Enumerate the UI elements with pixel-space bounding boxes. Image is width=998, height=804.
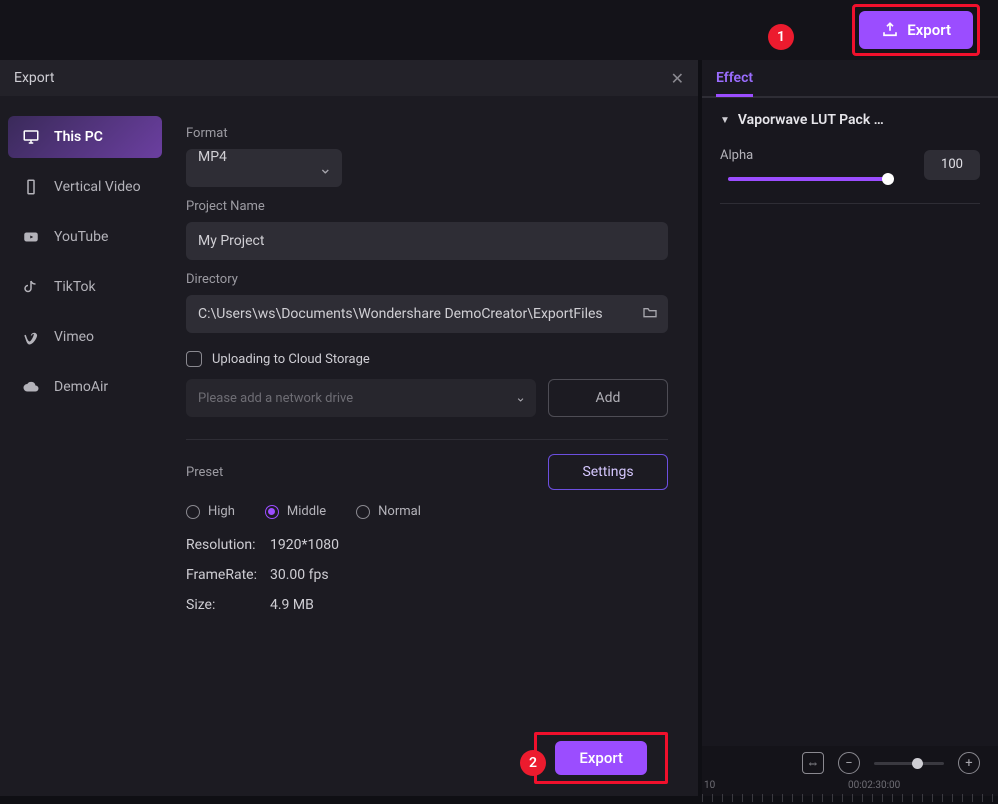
- resolution-label: Resolution:: [186, 537, 270, 553]
- export-top-button[interactable]: Export: [859, 11, 973, 49]
- framerate-label: FrameRate:: [186, 567, 270, 583]
- divider: [186, 439, 668, 440]
- format-label: Format: [186, 126, 668, 141]
- sidebar-item-tiktok[interactable]: TikTok: [8, 266, 162, 308]
- zoom-in-button[interactable]: +: [958, 752, 980, 774]
- resolution-value: 1920*1080: [270, 537, 668, 553]
- radio-icon: [265, 505, 279, 519]
- dialog-footer: Export: [0, 720, 698, 796]
- sidebar-item-label: DemoAir: [54, 379, 108, 395]
- callout-badge-2: 2: [520, 750, 546, 776]
- sidebar-item-label: TikTok: [54, 279, 96, 295]
- cloud-placeholder: Please add a network drive: [198, 391, 353, 406]
- cloud-icon: [22, 378, 40, 396]
- directory-input[interactable]: [186, 295, 668, 333]
- cloud-check-label: Uploading to Cloud Storage: [212, 352, 370, 367]
- divider: [720, 203, 980, 204]
- zoom-out-button[interactable]: −: [838, 752, 860, 774]
- effect-section-title: Vaporwave LUT Pack …: [738, 112, 884, 128]
- effect-section-toggle[interactable]: ▼ Vaporwave LUT Pack …: [720, 112, 980, 128]
- zoom-slider[interactable]: [874, 762, 944, 765]
- close-icon[interactable]: ✕: [671, 69, 684, 88]
- cloud-row: Please add a network drive ⌄ Add: [186, 379, 668, 417]
- main-area: Export ✕ This PC Vertical Video YouTube: [0, 60, 998, 796]
- monitor-icon: [22, 128, 40, 146]
- size-label: Size:: [186, 597, 270, 613]
- sidebar-item-vimeo[interactable]: Vimeo: [8, 316, 162, 358]
- ruler-tick: 00:02:30:00: [848, 780, 900, 791]
- folder-icon[interactable]: [642, 304, 658, 324]
- size-value: 4.9 MB: [270, 597, 668, 613]
- app-topbar: Export: [0, 0, 998, 60]
- preset-radios: High Middle Normal: [186, 504, 668, 519]
- preset-label: Preset: [186, 465, 223, 480]
- effect-panel: Effect ▼ Vaporwave LUT Pack … Alpha 100: [702, 60, 998, 796]
- export-icon: [881, 21, 899, 39]
- vimeo-icon: [22, 328, 40, 346]
- export-dialog: Export ✕ This PC Vertical Video YouTube: [0, 60, 698, 796]
- effect-tabs: Effect: [702, 60, 998, 98]
- sidebar-item-vertical-video[interactable]: Vertical Video: [8, 166, 162, 208]
- chevron-down-icon: ⌄: [515, 391, 526, 406]
- framerate-value: 30.00 fps: [270, 567, 668, 583]
- sidebar-item-label: This PC: [54, 129, 103, 145]
- export-info: Resolution: 1920*1080 FrameRate: 30.00 f…: [186, 537, 668, 613]
- preset-row: Preset Settings: [186, 454, 668, 490]
- export-form: Format MP4 ⌄ Project Name Directory Uplo: [170, 96, 698, 720]
- sidebar-item-label: YouTube: [54, 229, 108, 245]
- ruler-ticks: [702, 794, 998, 802]
- dialog-title: Export: [14, 70, 54, 86]
- sidebar-item-youtube[interactable]: YouTube: [8, 216, 162, 258]
- alpha-value[interactable]: 100: [924, 150, 980, 180]
- cloud-checkbox[interactable]: [186, 351, 202, 367]
- timeline-controls: ⇔ − +: [702, 746, 998, 780]
- youtube-icon: [22, 228, 40, 246]
- alpha-slider[interactable]: [728, 177, 888, 181]
- ruler-tick: 10: [704, 780, 715, 791]
- cloud-check-row: Uploading to Cloud Storage: [186, 351, 668, 367]
- sidebar-item-label: Vimeo: [54, 329, 94, 345]
- radio-icon: [186, 505, 200, 519]
- format-value: MP4: [186, 149, 342, 187]
- radio-label: High: [208, 504, 235, 519]
- tiktok-icon: [22, 278, 40, 296]
- export-sidebar: This PC Vertical Video YouTube TikTok Vi…: [0, 96, 170, 720]
- export-top-label: Export: [907, 21, 951, 39]
- top-export-highlight: Export: [852, 4, 980, 56]
- footer-export-highlight: Export: [534, 732, 668, 784]
- effect-body: ▼ Vaporwave LUT Pack … Alpha 100: [702, 98, 998, 746]
- alpha-label: Alpha: [720, 148, 766, 163]
- dialog-body: This PC Vertical Video YouTube TikTok Vi…: [0, 96, 698, 720]
- preset-normal-radio[interactable]: Normal: [356, 504, 421, 519]
- project-name-input[interactable]: [186, 222, 668, 260]
- callout-badge-1: 1: [768, 24, 794, 50]
- caret-down-icon: ▼: [720, 115, 730, 126]
- add-drive-button[interactable]: Add: [548, 379, 668, 417]
- radio-label: Normal: [378, 504, 421, 519]
- timeline-ruler[interactable]: 10 00:02:30:00: [702, 780, 998, 804]
- export-confirm-button[interactable]: Export: [555, 741, 647, 775]
- preset-high-radio[interactable]: High: [186, 504, 235, 519]
- alpha-row: Alpha 100: [720, 148, 980, 181]
- directory-label: Directory: [186, 272, 668, 287]
- sidebar-item-this-pc[interactable]: This PC: [8, 116, 162, 158]
- cloud-drive-select[interactable]: Please add a network drive ⌄: [186, 379, 536, 417]
- radio-label: Middle: [287, 504, 326, 519]
- radio-icon: [356, 505, 370, 519]
- project-name-label: Project Name: [186, 199, 668, 214]
- sidebar-item-label: Vertical Video: [54, 179, 141, 195]
- dialog-header: Export ✕: [0, 60, 698, 96]
- format-select[interactable]: MP4 ⌄: [186, 149, 342, 187]
- preset-middle-radio[interactable]: Middle: [265, 504, 326, 519]
- timeline: ⇔ − + 10 00:02:30:00: [702, 746, 998, 796]
- fit-icon[interactable]: ⇔: [802, 752, 824, 774]
- sidebar-item-demoair[interactable]: DemoAir: [8, 366, 162, 408]
- phone-icon: [22, 178, 40, 196]
- tab-effect[interactable]: Effect: [716, 70, 753, 97]
- slider-thumb[interactable]: [882, 173, 894, 185]
- settings-button[interactable]: Settings: [548, 454, 668, 490]
